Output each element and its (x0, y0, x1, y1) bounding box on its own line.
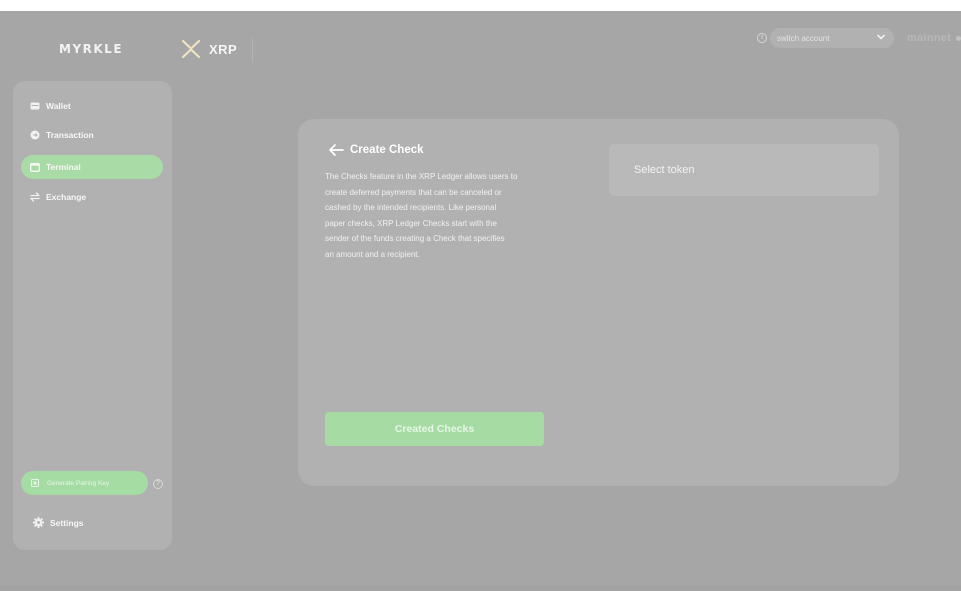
wallet-icon (30, 101, 40, 111)
created-checks-label: Created Checks (394, 423, 475, 435)
description: The Checks feature in the XRP Ledger all… (325, 169, 565, 263)
settings-button[interactable]: Settings (33, 517, 84, 528)
app-logo[interactable]: MYRKLE (59, 42, 123, 56)
page-title: Create Check (350, 144, 424, 156)
sidebar-item-label: Terminal (46, 162, 81, 172)
exchange-icon (30, 192, 40, 202)
page-title-row: Create Check (328, 144, 424, 156)
sidebar-item-wallet[interactable]: Wallet (21, 94, 163, 118)
xrp-icon (182, 40, 200, 58)
sidebar-item-label: Exchange (46, 192, 87, 202)
description-line: paper checks, XRP Ledger Checks start wi… (325, 218, 497, 228)
pairing-help-icon[interactable]: ? (153, 479, 163, 489)
chain-name: XRP (209, 41, 238, 57)
description-line: The Checks feature in the XRP Ledger all… (325, 172, 518, 181)
transaction-icon (30, 130, 40, 140)
settings-label: Settings (50, 517, 84, 528)
account-switcher-label: switch account (777, 33, 830, 43)
created-checks-button[interactable]: Created Checks (325, 412, 544, 446)
bottom-band (0, 585, 961, 591)
chain-indicator[interactable]: XRP (182, 40, 237, 58)
description-line: cashed by the intended recipients. Like … (325, 203, 497, 213)
sidebar: Wallet Transaction Terminal Exchange Gen… (13, 81, 172, 550)
select-token-dropdown[interactable]: Select token (609, 144, 879, 196)
key-icon (31, 479, 39, 487)
generate-pairing-key-button[interactable]: Generate Pairing Key (21, 471, 148, 495)
sidebar-item-label: Transaction (46, 130, 94, 140)
description-line: create deferred payments that can be can… (325, 187, 502, 197)
network-status-dot-icon (956, 36, 961, 41)
account-switcher[interactable]: switch account (770, 28, 894, 48)
sidebar-item-transaction[interactable]: Transaction (21, 123, 163, 147)
sidebar-item-terminal[interactable]: Terminal (21, 155, 163, 179)
gear-icon (33, 517, 44, 528)
header-divider (252, 38, 253, 62)
description-line: sender of the funds creating a Check tha… (325, 234, 505, 244)
terminal-icon (30, 162, 40, 172)
top-strip (0, 0, 961, 11)
back-arrow-icon[interactable] (328, 144, 344, 156)
description-line: an amount and a recipient. (325, 249, 420, 259)
select-token-label: Select token (634, 164, 695, 176)
pairing-button-label: Generate Pairing Key (47, 479, 110, 487)
chevron-down-icon (877, 34, 885, 40)
sidebar-item-label: Wallet (46, 101, 71, 111)
sidebar-item-exchange[interactable]: Exchange (21, 185, 163, 209)
info-icon[interactable]: i (757, 33, 767, 43)
create-check-panel: Create Check The Checks feature in the X… (298, 119, 899, 486)
network-selector[interactable]: mainnet (907, 32, 951, 44)
